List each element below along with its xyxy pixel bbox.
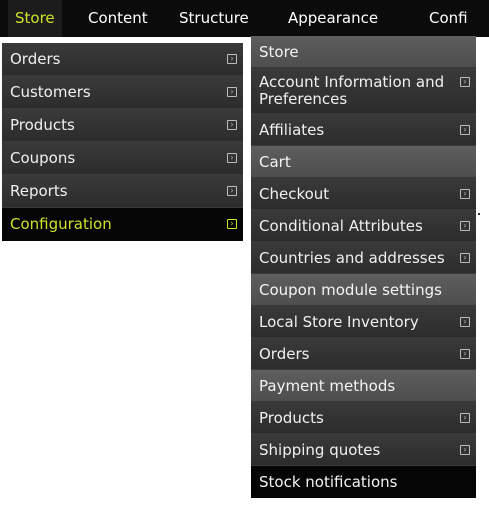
store-dropdown-menu: Orders › Customers › Products › Coupons … [2, 43, 243, 241]
submenu-arrow-icon: › [460, 124, 470, 135]
submenu-item-label: Local Store Inventory [259, 313, 419, 331]
submenu-item-stock-notifications[interactable]: Stock notifications [251, 466, 476, 498]
submenu-item-label: Products [259, 409, 324, 427]
submenu-arrow-icon: › [227, 153, 237, 163]
submenu-arrow-icon: › [460, 316, 470, 327]
submenu-arrow-icon: › [460, 444, 470, 455]
submenu-item-shipping-quotes[interactable]: Shipping quotes › [251, 434, 476, 466]
menu-item-products[interactable]: Products › [2, 109, 243, 142]
submenu-item-label: Checkout [259, 185, 330, 203]
submenu-item-label: Conditional Attributes [259, 217, 423, 235]
top-nav-structure[interactable]: Structure [179, 0, 249, 37]
submenu-item-label: Account Information and Preferences [259, 73, 445, 108]
submenu-item-label: Shipping quotes [259, 441, 381, 459]
menu-item-label: Orders [10, 50, 61, 68]
submenu-item-affiliates[interactable]: Affiliates › [251, 114, 476, 146]
top-nav-configuration[interactable]: Confi [429, 0, 468, 37]
submenu-arrow-icon: › [460, 252, 470, 263]
menu-item-label: Customers [10, 83, 91, 101]
menu-item-coupons[interactable]: Coupons › [2, 142, 243, 175]
menu-item-label: Configuration [10, 215, 112, 233]
submenu-item-orders[interactable]: Orders › [251, 338, 476, 370]
configuration-submenu: Store Account Information and Preference… [251, 36, 476, 498]
top-nav-content[interactable]: Content [88, 0, 148, 37]
submenu-arrow-icon: › [227, 87, 237, 97]
submenu-item-store[interactable]: Store [251, 36, 476, 68]
top-nav-bar: Store Content Structure Appearance Confi [0, 0, 489, 37]
submenu-item-account-information[interactable]: Account Information and Preferences › [251, 68, 476, 114]
submenu-arrow-icon: › [227, 54, 237, 64]
submenu-arrow-icon: › [460, 412, 470, 423]
submenu-arrow-icon: › [460, 77, 470, 87]
submenu-item-local-store-inventory[interactable]: Local Store Inventory › [251, 306, 476, 338]
top-nav-store[interactable]: Store [8, 0, 62, 37]
submenu-item-countries-addresses[interactable]: Countries and addresses › [251, 242, 476, 274]
submenu-item-label: Stock notifications [259, 473, 398, 491]
submenu-item-checkout[interactable]: Checkout › [251, 178, 476, 210]
submenu-item-label: Orders [259, 345, 310, 363]
submenu-item-label: Affiliates [259, 121, 325, 139]
submenu-item-conditional-attributes[interactable]: Conditional Attributes › [251, 210, 476, 242]
submenu-item-payment-methods[interactable]: Payment methods [251, 370, 476, 402]
menu-item-label: Coupons [10, 149, 76, 167]
menu-item-configuration[interactable]: Configuration › [2, 208, 243, 241]
submenu-item-label: Countries and addresses [259, 249, 445, 267]
submenu-arrow-icon: › [460, 220, 470, 231]
submenu-item-label: Coupon module settings [259, 281, 442, 299]
submenu-item-label: Payment methods [259, 377, 396, 395]
submenu-arrow-icon: › [460, 188, 470, 199]
menu-item-orders[interactable]: Orders › [2, 43, 243, 76]
menu-item-label: Reports [10, 182, 68, 200]
menu-item-customers[interactable]: Customers › [2, 76, 243, 109]
submenu-item-label: Cart [259, 153, 291, 171]
submenu-arrow-icon: › [227, 186, 237, 196]
submenu-arrow-icon: › [460, 348, 470, 359]
submenu-arrow-icon: › [227, 219, 237, 229]
menu-item-reports[interactable]: Reports › [2, 175, 243, 208]
submenu-item-label: Store [259, 43, 299, 61]
stray-dot [478, 213, 480, 215]
submenu-item-products[interactable]: Products › [251, 402, 476, 434]
submenu-arrow-icon: › [227, 120, 237, 130]
submenu-item-cart[interactable]: Cart [251, 146, 476, 178]
top-nav-appearance[interactable]: Appearance [288, 0, 378, 37]
menu-item-label: Products [10, 116, 75, 134]
submenu-item-coupon-settings[interactable]: Coupon module settings [251, 274, 476, 306]
